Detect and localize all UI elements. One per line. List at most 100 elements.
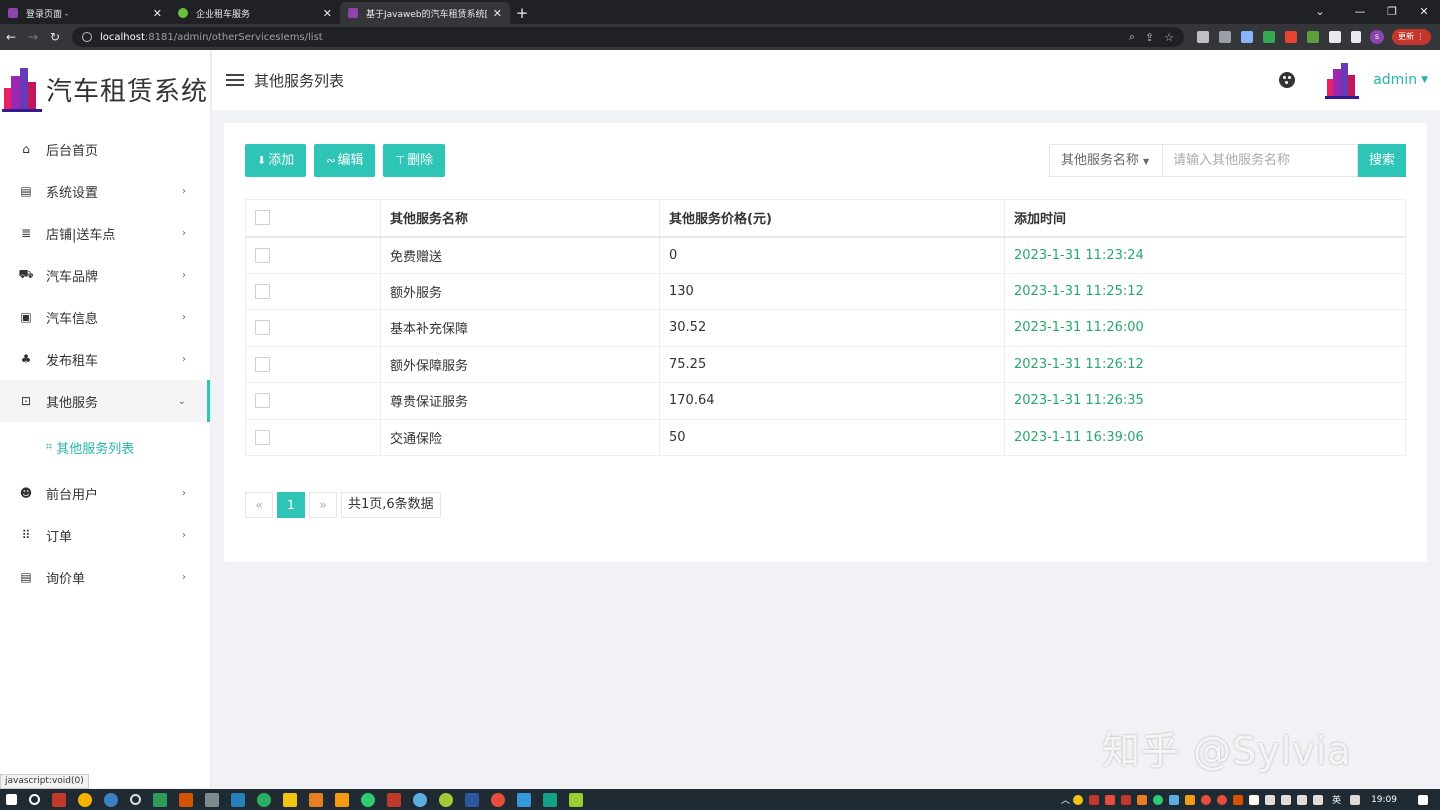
user-name[interactable]: admin [1373,72,1417,88]
search-field-select[interactable]: 其他服务名称 ▼ [1049,144,1162,177]
avatar[interactable] [1325,61,1360,99]
extension-icon[interactable] [1197,31,1209,43]
caret-down-icon[interactable]: ▼ [1421,75,1428,85]
tray-expand-icon[interactable]: ︿ [1061,793,1070,806]
row-checkbox[interactable] [255,429,270,445]
chrome-icon[interactable] [78,792,92,807]
sidebar-item-inquiries[interactable]: ▤ 询价单 › [0,556,210,598]
network-icon[interactable] [1265,794,1276,805]
app-icon[interactable] [387,792,401,807]
column-header[interactable]: 其他服务价格(元) [659,199,1005,238]
tray-app-icon[interactable] [1201,794,1212,805]
volume-icon[interactable] [1281,794,1292,805]
app-icon[interactable] [491,792,505,807]
app-icon[interactable] [205,792,219,807]
green-extension-icon[interactable] [1263,31,1275,43]
word-icon[interactable] [465,792,479,807]
table-row[interactable]: 额外服务 130 2023-1-31 11:25:12 [245,272,1406,310]
row-checkbox[interactable] [255,356,270,372]
search-icon[interactable] [29,794,40,805]
next-page-button[interactable]: » [309,492,337,518]
image-extension-icon[interactable] [1241,31,1253,43]
tab-search-icon[interactable]: ⌄ [1304,0,1336,24]
table-row[interactable]: 交通保险 50 2023-1-11 16:39:06 [245,418,1406,456]
tray-app-icon[interactable] [1249,794,1260,805]
tray-app-icon[interactable] [1089,794,1100,805]
tray-wechat-icon[interactable] [1153,794,1164,805]
folder-icon[interactable] [335,792,349,807]
wechat-icon[interactable] [361,792,375,807]
row-checkbox[interactable] [255,393,270,409]
prev-page-button[interactable]: « [245,492,273,518]
app-icon[interactable] [104,792,118,807]
sidebar-item-orders[interactable]: ⠿ 订单 › [0,514,210,556]
app-icon[interactable] [231,792,245,807]
restore-icon[interactable]: ❐ [1376,0,1408,24]
close-window-icon[interactable]: ✕ [1408,0,1440,24]
keyboard-icon[interactable] [1313,794,1324,805]
table-row[interactable]: 额外保障服务 75.25 2023-1-31 11:26:12 [245,345,1406,383]
close-tab-icon[interactable]: ✕ [323,7,332,20]
app-icon[interactable] [179,792,193,807]
search-button[interactable]: 搜索 [1358,144,1406,177]
share-icon[interactable]: ⇪ [1145,31,1154,44]
theme-palette-icon[interactable] [1279,72,1296,88]
row-checkbox[interactable] [255,283,270,299]
app-icon[interactable] [257,792,271,807]
tray-app-icon[interactable] [1217,794,1228,805]
sidebar-item-stores[interactable]: ≣ 店铺|送车点 › [0,212,210,254]
tray-app-icon[interactable] [1233,794,1244,805]
add-button[interactable]: ⬇ 添加 [245,144,307,177]
camera-extension-icon[interactable] [1219,31,1231,43]
table-row[interactable]: 免费赠送 0 2023-1-31 11:23:24 [245,236,1406,274]
reload-icon[interactable]: ↻ [44,30,66,44]
app-icon[interactable] [543,792,557,807]
tray-app-icon[interactable] [1121,794,1132,805]
edit-button[interactable]: ∾ 编辑 [314,144,376,177]
row-checkbox[interactable] [255,247,270,263]
row-checkbox[interactable] [255,320,270,336]
update-button[interactable]: 更新 ⋮ [1392,29,1431,45]
browser-tab[interactable]: 登录页面 - ✕ [0,2,170,24]
app-icon[interactable] [413,792,427,807]
notification-icon[interactable] [1418,794,1428,805]
sidebar-item-system-settings[interactable]: ▤ 系统设置 › [0,170,210,212]
shield-extension-icon[interactable] [1285,31,1297,43]
forward-icon[interactable]: → [22,30,44,44]
input-language[interactable]: 英 [1332,793,1341,806]
minimize-icon[interactable]: — [1344,0,1376,24]
sidebar-item-other-services[interactable]: ⊡ 其他服务 ⌄ [0,380,210,422]
tray-app-icon[interactable] [1169,794,1180,805]
app-icon[interactable] [517,792,531,807]
browser-tab[interactable]: 企业租车服务 ✕ [170,2,340,24]
app-icon[interactable] [130,794,141,805]
tray-app-icon[interactable] [1185,794,1196,805]
profile-avatar[interactable]: s [1370,30,1384,44]
menu-toggle-icon[interactable] [226,71,244,89]
address-bar[interactable]: localhost:8181/admin/otherServicesIems/l… [72,27,1184,47]
close-tab-icon[interactable]: ✕ [153,7,162,20]
delete-button[interactable]: ⊤ 删除 [383,144,446,177]
app-icon[interactable] [309,792,323,807]
sidepanel-icon[interactable] [1351,31,1361,43]
sidebar-item-dashboard[interactable]: ⌂ 后台首页 [0,128,210,170]
tray-app-icon[interactable] [1073,794,1084,805]
browser-tab-active[interactable]: 基于Javaweb的汽车租赁系统[… ✕ [340,2,510,24]
sidebar-item-publish-rental[interactable]: ♣ 发布租车 › [0,338,210,380]
tray-app-icon[interactable] [1105,794,1116,805]
pen-icon[interactable] [1297,794,1308,805]
windows-start-icon[interactable] [6,794,17,805]
sidebar-item-car-info[interactable]: ▣ 汽车信息 › [0,296,210,338]
notepad-icon[interactable] [569,792,583,807]
column-header[interactable]: 添加时间 [1004,199,1406,238]
leaf-extension-icon[interactable] [1307,31,1319,43]
ime-icon[interactable] [1350,794,1361,805]
page-number-button[interactable]: 1 [277,492,305,518]
table-row[interactable]: 基本补充保障 30.52 2023-1-31 11:26:00 [245,309,1406,347]
back-icon[interactable]: ← [0,30,22,44]
sidebar-item-car-brands[interactable]: ⛟ 汽车品牌 › [0,254,210,296]
close-tab-icon[interactable]: ✕ [493,7,502,20]
puzzle-icon[interactable] [1329,31,1341,43]
table-row[interactable]: 尊贵保证服务 170.64 2023-1-31 11:26:35 [245,382,1406,420]
new-tab-icon[interactable]: + [510,2,534,24]
